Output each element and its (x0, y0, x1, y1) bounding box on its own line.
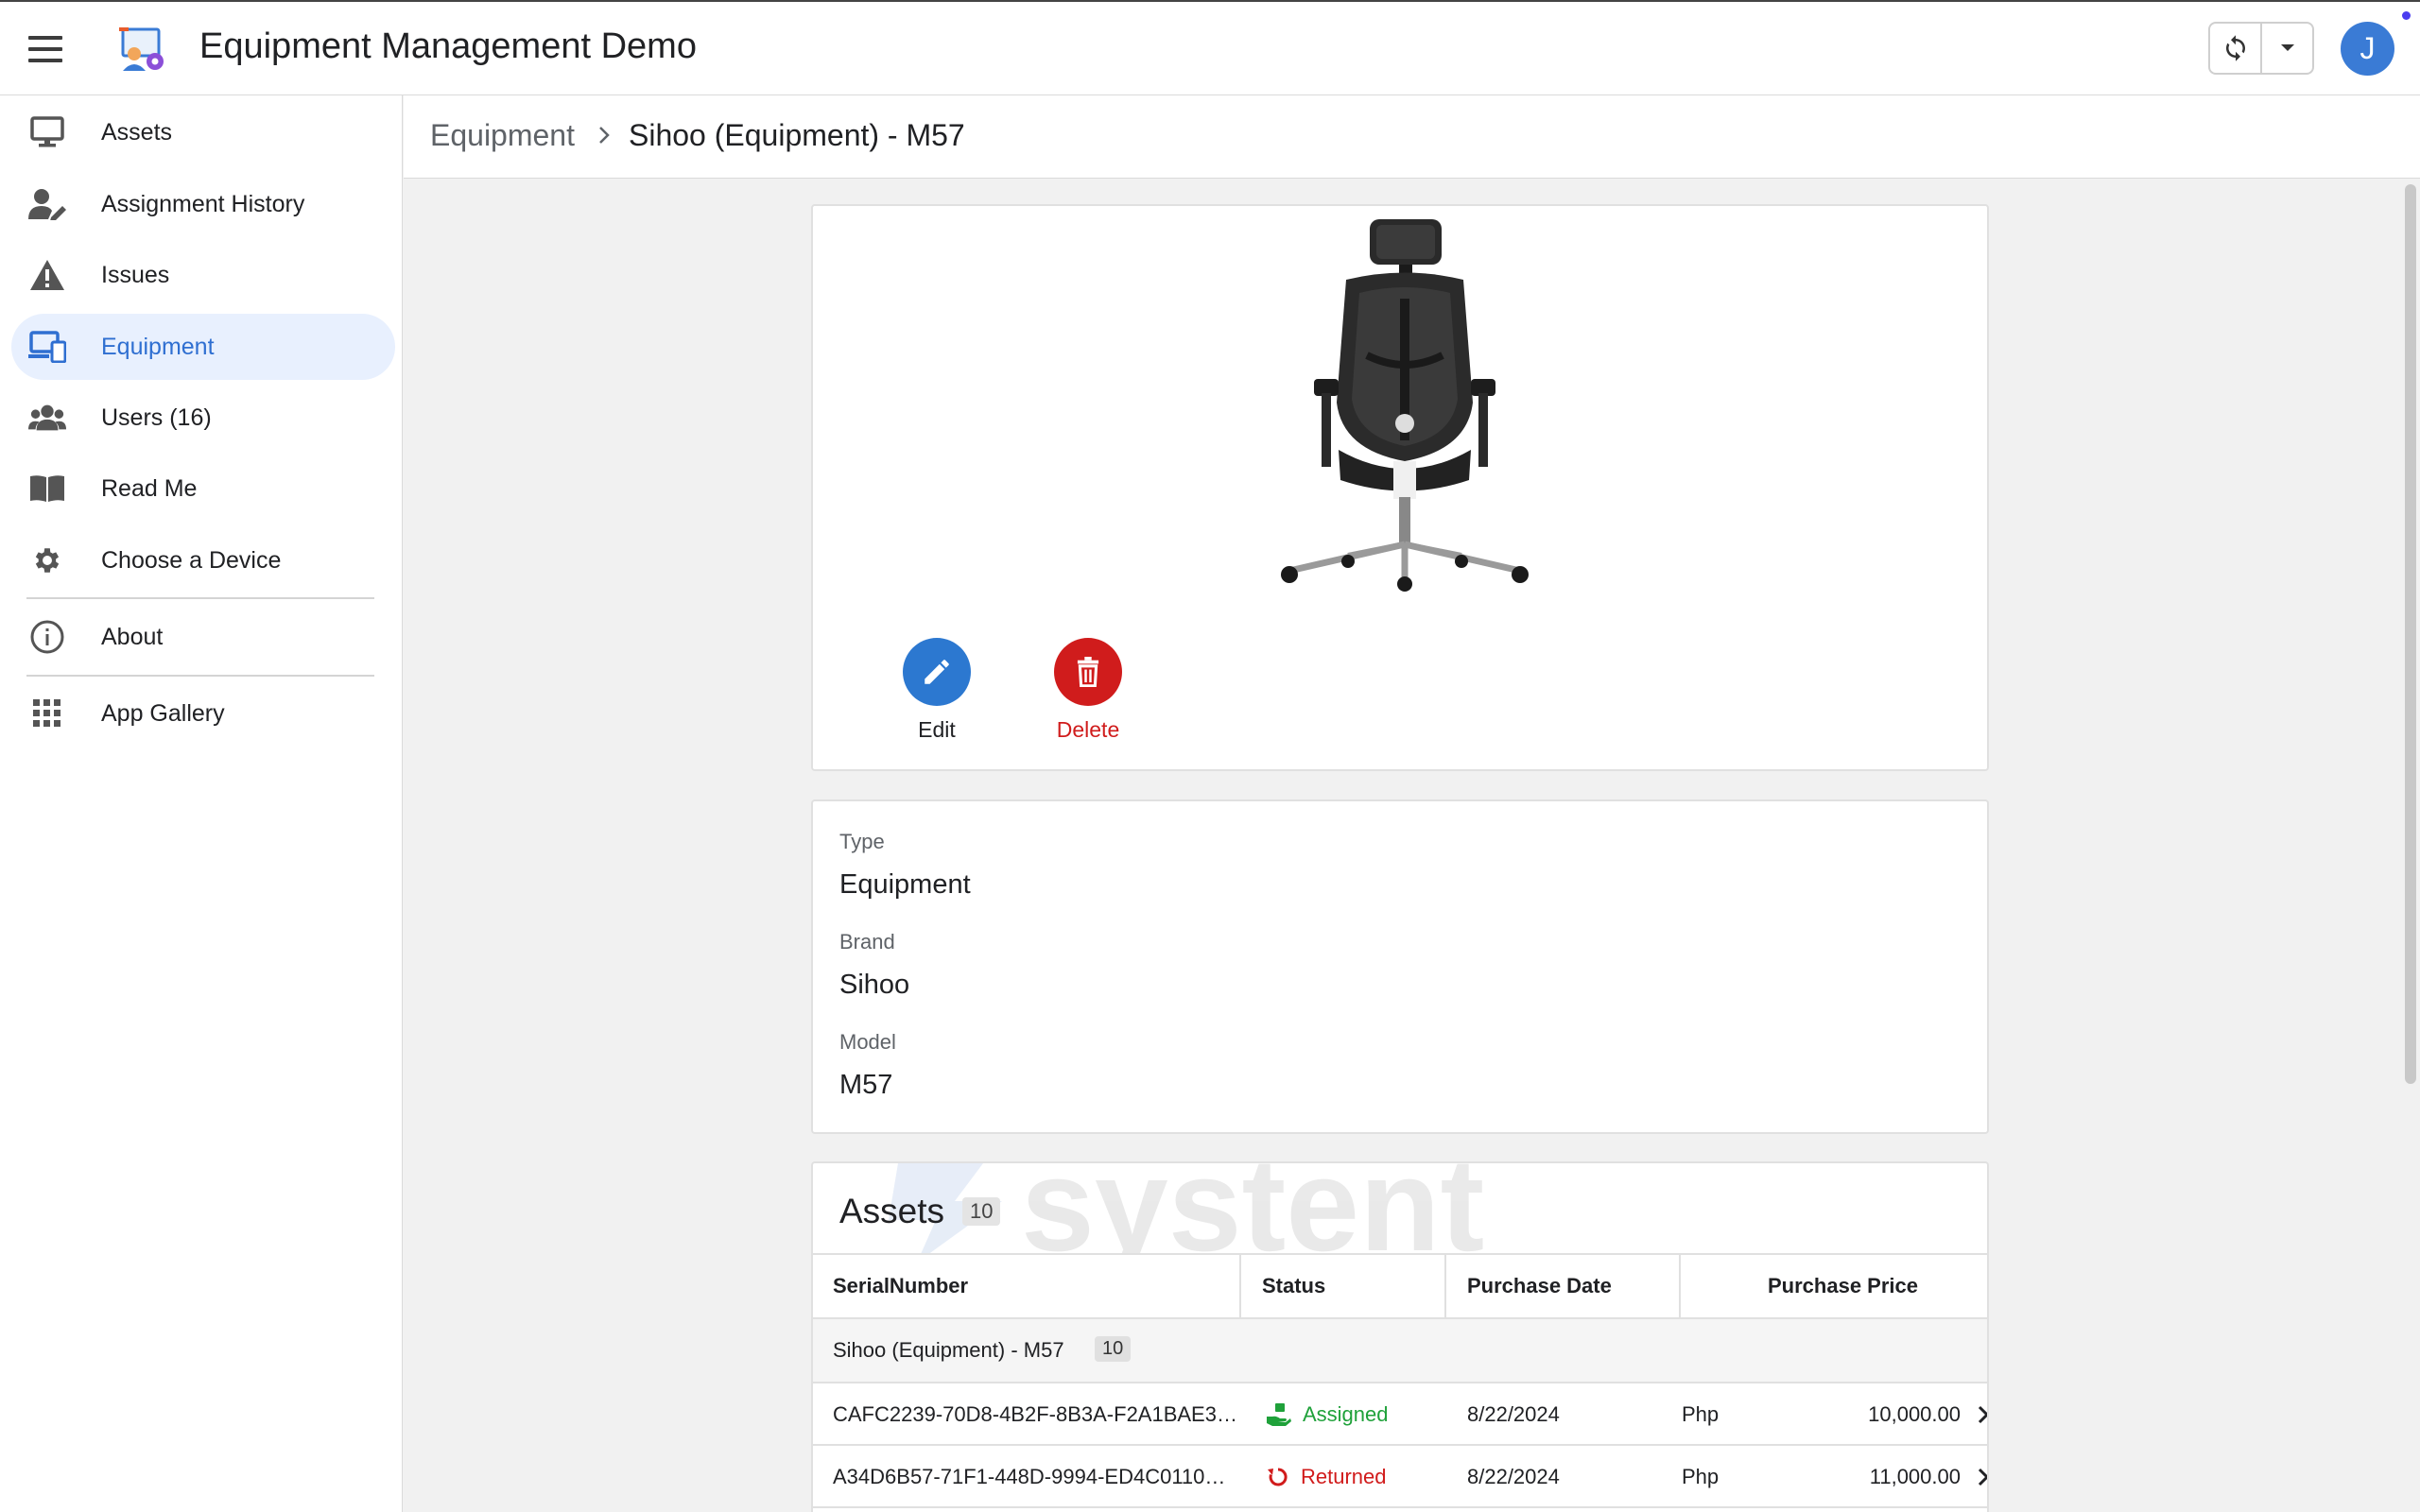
equipment-details-card: Type Equipment Brand Sihoo Model M57 (811, 799, 1989, 1134)
purchase-price-cell: 11,000.00 (1869, 1465, 1961, 1488)
status-cell: Returned (1267, 1465, 1387, 1489)
column-divider (1239, 1255, 1241, 1317)
column-header-purchase-price[interactable]: Purchase Price (1768, 1255, 1918, 1317)
column-divider (1444, 1255, 1446, 1317)
edit-button[interactable] (903, 638, 971, 706)
equipment-image-card: Edit Delete (811, 204, 1989, 771)
column-divider (1679, 1255, 1681, 1317)
table-row[interactable]: A34D6B57-71F1-448D-9994-ED4C0110… Return… (813, 1446, 1987, 1508)
status-cell: Assigned (1267, 1402, 1389, 1427)
pencil-icon (925, 660, 949, 684)
sidebar-divider (26, 597, 374, 599)
sidebar-item-about[interactable]: About (11, 604, 395, 670)
sidebar-item-app-gallery[interactable]: App Gallery (11, 680, 395, 747)
group-count-badge: 10 (1095, 1336, 1132, 1362)
assets-card: systent Assets 10 SerialNumber Status Pu… (811, 1161, 1989, 1512)
brand-label: Brand (839, 930, 895, 954)
purchase-price-cell: 10,000.00 (1868, 1402, 1961, 1426)
assets-count-badge: 10 (962, 1197, 1001, 1226)
caret-down-icon (2280, 44, 2294, 51)
purchase-date-cell: 8/22/2024 (1467, 1465, 1560, 1488)
menu-icon[interactable] (28, 36, 62, 62)
sidebar-item-label: Issues (101, 261, 170, 288)
sidebar-item-label: Users (16) (101, 404, 212, 431)
type-value: Equipment (839, 869, 971, 900)
sidebar-item-label: Assets (101, 118, 173, 146)
sidebar-item-equipment[interactable]: Equipment (11, 314, 395, 380)
status-label: Assigned (1303, 1402, 1389, 1426)
svg-text:systent: systent (1021, 1161, 1484, 1267)
delete-label: Delete (1056, 717, 1120, 742)
undo-returned-icon (1268, 1468, 1288, 1486)
type-label: Type (839, 830, 885, 853)
user-avatar[interactable]: J (2341, 22, 2394, 76)
table-row[interactable]: CAFC2239-70D8-4B2F-8B3A-F2A1BAE3… Assign… (813, 1383, 1987, 1446)
sidebar-item-label: About (101, 623, 164, 650)
column-header-purchase-date[interactable]: Purchase Date (1467, 1255, 1612, 1317)
sidebar-divider (26, 675, 374, 677)
warning-icon (28, 256, 66, 294)
assets-section-title: Assets (839, 1192, 945, 1230)
app-logo-icon (117, 26, 166, 73)
grid-icon (28, 695, 66, 732)
model-value: M57 (839, 1070, 893, 1100)
breadcrumb-equipment-link[interactable]: Equipment (430, 118, 575, 153)
sidebar-item-choose-device[interactable]: Choose a Device (11, 527, 395, 593)
table-header: SerialNumber Status Purchase Date Purcha… (813, 1253, 1987, 1319)
sidebar-item-label: Choose a Device (101, 546, 282, 574)
serial-number-cell: CAFC2239-70D8-4B2F-8B3A-F2A1BAE3… (833, 1402, 1237, 1426)
notification-dot (2402, 11, 2411, 20)
book-icon (28, 470, 66, 507)
breadcrumb-current: Sihoo (Equipment) - M57 (629, 118, 965, 152)
chevron-right-icon[interactable] (1974, 1466, 1989, 1488)
chevron-right-icon (599, 127, 610, 144)
sidebar-item-assignment-history[interactable]: Assignment History (11, 171, 395, 237)
top-app-bar: Equipment Management Demo J (0, 0, 2420, 95)
user-edit-icon (28, 185, 66, 223)
sidebar-item-read-me[interactable]: Read Me (11, 455, 395, 522)
purchase-date-cell: 8/22/2024 (1467, 1402, 1560, 1426)
status-label: Returned (1301, 1465, 1387, 1488)
table-group-row[interactable]: Sihoo (Equipment) - M57 10 (813, 1319, 1987, 1383)
serial-number-cell: A34D6B57-71F1-448D-9994-ED4C0110… (833, 1465, 1226, 1488)
sync-button[interactable] (2210, 24, 2262, 73)
sidebar-item-users[interactable]: Users (16) (11, 385, 395, 451)
sidebar-item-label: Read Me (101, 474, 198, 502)
trash-icon (1077, 657, 1099, 687)
brand-value: Sihoo (839, 970, 910, 1000)
edit-label: Edit (918, 717, 956, 742)
app-title: Equipment Management Demo (199, 26, 697, 66)
sidebar: Assets Assignment History Issues Equipme… (0, 95, 403, 1512)
sidebar-item-issues[interactable]: Issues (11, 242, 395, 308)
users-icon (28, 399, 66, 437)
sync-button-group (2208, 22, 2314, 75)
sidebar-item-assets[interactable]: Assets (11, 99, 395, 165)
scrollbar-thumb[interactable] (2405, 184, 2416, 1084)
breadcrumb: Equipment Sihoo (Equipment) - M57 (404, 95, 2420, 179)
edit-action[interactable]: Edit (880, 638, 994, 743)
column-header-serial[interactable]: SerialNumber (833, 1255, 968, 1317)
currency-cell: Php (1682, 1465, 1720, 1488)
office-chair-image (1281, 219, 1529, 592)
model-label: Model (839, 1030, 896, 1054)
sidebar-item-label: Equipment (101, 333, 215, 360)
sync-dropdown-button[interactable] (2262, 24, 2312, 73)
delete-button[interactable] (1054, 638, 1122, 706)
delete-action[interactable]: Delete (1031, 638, 1145, 743)
currency-cell: Php (1682, 1402, 1720, 1426)
sync-icon (2225, 35, 2245, 61)
devices-icon (28, 328, 66, 366)
sidebar-item-label: Assignment History (101, 190, 305, 217)
chevron-right-icon[interactable] (1974, 1403, 1989, 1426)
sidebar-item-label: App Gallery (101, 699, 225, 727)
monitor-icon (28, 113, 66, 151)
group-label: Sihoo (Equipment) - M57 (833, 1338, 1064, 1362)
hand-assigned-icon (1267, 1403, 1291, 1426)
gear-icon (28, 541, 66, 579)
info-icon (28, 618, 66, 656)
column-header-status[interactable]: Status (1262, 1255, 1325, 1317)
